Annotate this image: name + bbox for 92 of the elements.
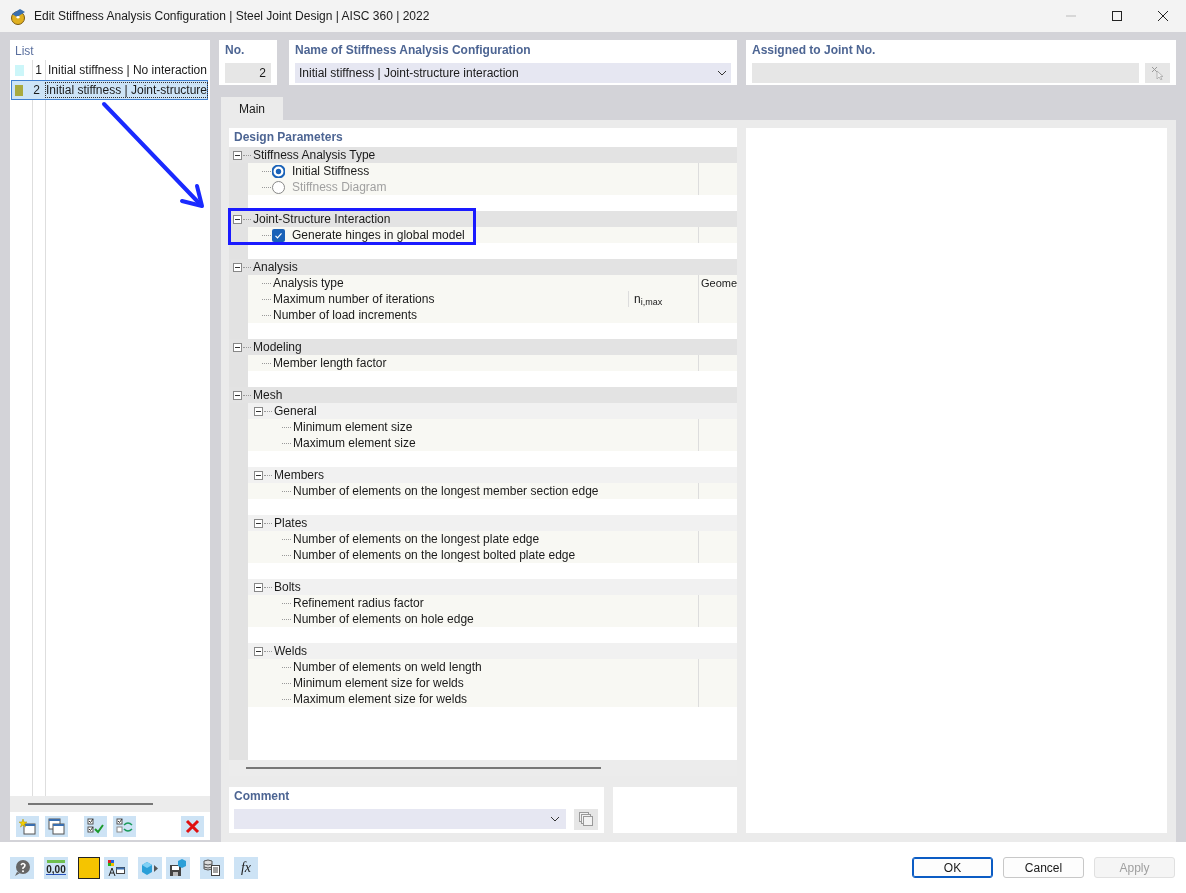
group-header: Modeling xyxy=(253,340,302,354)
help-button[interactable] xyxy=(10,856,34,879)
item-name: Initial stiffness | No interaction xyxy=(48,63,207,77)
dialog-button[interactable]: OK xyxy=(912,857,993,878)
group-header: Joint-Structure Interaction xyxy=(253,212,391,226)
parameter-label: Number of elements on hole edge xyxy=(293,612,474,626)
parameter-symbol: n$_{i,max}$ xyxy=(634,291,663,307)
collapse-icon[interactable] xyxy=(254,470,263,480)
help-icon xyxy=(13,858,31,877)
library-button[interactable] xyxy=(574,809,598,830)
invert-check-button[interactable] xyxy=(113,815,136,837)
parameter-label: Number of elements on weld length xyxy=(293,660,482,674)
new-button[interactable] xyxy=(16,815,39,837)
parameter-label: Maximum number of iterations xyxy=(273,292,435,306)
section-title: Design Parameters xyxy=(233,129,344,146)
cursor-cross-icon xyxy=(1150,66,1165,80)
subgroup-header: Welds xyxy=(274,644,308,658)
list-item[interactable]: 2 Initial stiffness | Joint-structure xyxy=(11,80,208,100)
item-number: 2 xyxy=(32,83,41,97)
collapse-icon[interactable] xyxy=(233,214,242,224)
number-field[interactable]: 2 xyxy=(225,63,271,83)
option-label: Initial Stiffness xyxy=(292,164,370,178)
save-button[interactable] xyxy=(166,856,190,879)
app-icon xyxy=(9,7,26,25)
item-number: 1 xyxy=(34,63,42,77)
option-label: Generate hinges in global model xyxy=(292,228,465,242)
checkboxes-arrows-icon xyxy=(116,817,133,835)
parameter-label: Maximum element size for welds xyxy=(293,692,468,706)
windows-icon xyxy=(48,817,65,835)
radio-button[interactable] xyxy=(272,164,285,178)
list-item[interactable]: 1 Initial stiffness | No interaction xyxy=(11,60,208,80)
parameter-label: Minimum element size for welds xyxy=(293,676,464,690)
chevron-down-icon xyxy=(550,816,560,822)
field-label: No. xyxy=(225,43,246,59)
parameter-label: Minimum element size xyxy=(293,420,413,434)
maximize-icon xyxy=(1112,11,1122,21)
color-button[interactable] xyxy=(78,856,100,879)
window-title: Edit Stiffness Analysis Configuration | Steel Joint Design | AISC 360 | 2022 xyxy=(34,9,430,23)
group-header: Analysis xyxy=(253,260,298,274)
export-button[interactable] xyxy=(138,856,162,879)
group-header: Stiffness Analysis Type xyxy=(253,148,376,162)
collapse-icon[interactable] xyxy=(254,518,263,528)
subgroup-header: Members xyxy=(274,468,324,482)
parameter-label: Refinement radius factor xyxy=(293,596,424,610)
database-document-icon xyxy=(203,858,221,877)
parameter-value: Geome xyxy=(701,277,737,289)
subgroup-header: Plates xyxy=(274,516,308,530)
collapse-icon[interactable] xyxy=(233,150,242,160)
check-all-button[interactable] xyxy=(84,815,107,837)
delete-button[interactable] xyxy=(181,815,204,837)
parameter-label: Maximum element size xyxy=(293,436,416,450)
joint-field[interactable] xyxy=(752,63,1139,83)
display-button[interactable] xyxy=(104,856,128,879)
field-label: Comment xyxy=(234,789,291,805)
parameter-label: Number of load increments xyxy=(273,308,418,322)
color-legend-icon xyxy=(107,858,125,877)
parameter-label: Number of elements on the longest plate edge xyxy=(293,532,540,546)
subgroup-header: Bolts xyxy=(274,580,301,594)
copy-button[interactable] xyxy=(45,815,68,837)
subgroup-header: General xyxy=(274,404,317,418)
collapse-icon[interactable] xyxy=(233,262,242,272)
units-button[interactable]: 0,00 xyxy=(44,856,68,879)
collapse-icon[interactable] xyxy=(233,342,242,352)
collapse-icon[interactable] xyxy=(233,390,242,400)
parameter-label: Number of elements on the longest bolted plate edge xyxy=(293,548,576,562)
option-label: Stiffness Diagram xyxy=(292,180,387,194)
collapse-icon[interactable] xyxy=(254,406,263,416)
checkbox[interactable] xyxy=(272,228,285,242)
parameter-label: Number of elements on the longest member section edge xyxy=(293,484,599,498)
dialog-button[interactable]: Cancel xyxy=(1003,857,1084,878)
horizontal-scrollbar[interactable] xyxy=(10,796,210,812)
window-star-icon xyxy=(19,817,36,835)
group-header: Mesh xyxy=(253,388,283,402)
delete-icon xyxy=(184,817,201,835)
report-button[interactable] xyxy=(200,856,224,879)
parameter-label: Analysis type xyxy=(273,276,344,290)
floppy-cubes-icon xyxy=(169,858,187,877)
stacked-pages-icon xyxy=(578,812,594,827)
list-title: List xyxy=(14,43,35,60)
item-name: Initial stiffness | Joint-structure xyxy=(46,83,207,97)
dropdown-value: Initial stiffness | Joint-structure interaction xyxy=(299,66,519,80)
collapse-icon[interactable] xyxy=(254,646,263,656)
chevron-down-icon xyxy=(717,70,727,76)
formula-button[interactable]: fx xyxy=(234,856,258,879)
collapse-icon[interactable] xyxy=(254,582,263,592)
field-label: Name of Stiffness Analysis Configuration xyxy=(295,43,532,59)
checkboxes-check-icon xyxy=(87,817,104,835)
name-dropdown[interactable]: Initial stiffness | Joint-structure interaction xyxy=(295,63,731,83)
field-label: Assigned to Joint No. xyxy=(752,43,877,59)
tab[interactable]: Main xyxy=(221,97,283,120)
close-icon xyxy=(1158,11,1168,21)
parameter-label: Member length factor xyxy=(273,356,387,370)
